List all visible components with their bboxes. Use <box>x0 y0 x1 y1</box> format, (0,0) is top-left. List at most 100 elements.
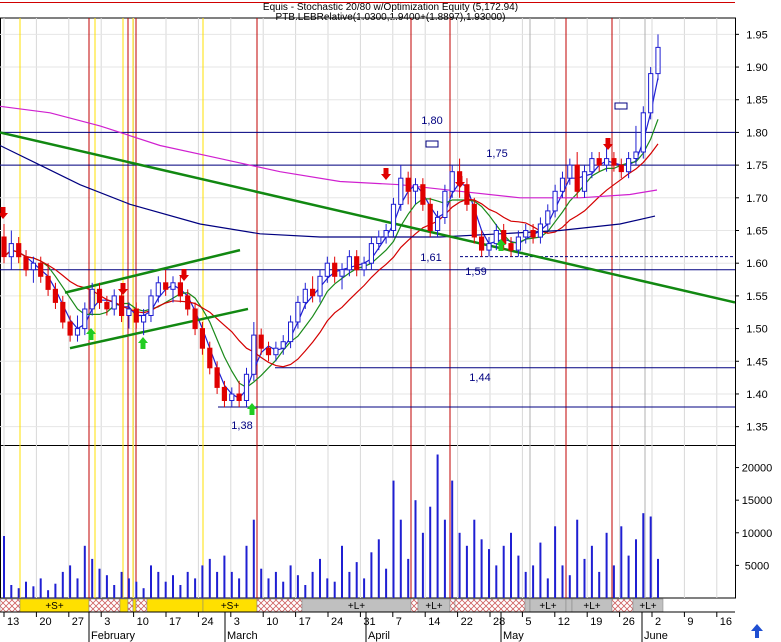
buy-arrow-icon <box>138 337 148 349</box>
volume-tick-label: 10000 <box>742 528 773 540</box>
volume-bar <box>627 555 630 598</box>
candle-body <box>354 256 360 271</box>
volume-bar <box>554 526 557 598</box>
volume-bar <box>612 565 615 598</box>
candle-body <box>251 334 257 375</box>
volume-bar <box>91 558 94 598</box>
date-tick-label: 10 <box>266 616 278 628</box>
candle-body <box>170 282 176 290</box>
candle-body <box>141 315 147 323</box>
date-tick-label: 9 <box>687 616 693 628</box>
volume-axis: 20000 15000 10000 5000 <box>735 463 773 572</box>
candle-body <box>317 275 323 297</box>
volume-bar <box>32 586 35 598</box>
signal-segment <box>565 598 573 613</box>
volume-bar <box>252 519 255 598</box>
candle-body <box>192 308 198 330</box>
date-tick-label: 7 <box>396 616 402 628</box>
signal-bar: +S+ +S+ +L+ +L+ +L+ +L+ +L+ <box>0 598 735 613</box>
volume-bar <box>524 571 527 598</box>
candle-body <box>288 321 294 343</box>
scroll-up-arrow-icon[interactable] <box>748 622 766 640</box>
volume-bar <box>355 562 358 598</box>
date-tick-label: 17 <box>299 616 311 628</box>
month-label: February <box>91 630 136 642</box>
candle-body <box>479 236 485 251</box>
volume-tick-label: 20000 <box>742 463 773 475</box>
signal-segment <box>449 598 456 613</box>
candle-body <box>398 177 404 205</box>
candle-body <box>493 230 499 245</box>
candle-body <box>486 243 492 251</box>
price-annotation-label: 1,80 <box>421 115 442 127</box>
volume-bar <box>605 532 608 598</box>
date-tick-label: 22 <box>461 616 473 628</box>
signal-segment-label: +L+ <box>425 601 442 612</box>
signal-segment <box>119 598 129 613</box>
date-tick-label: 19 <box>590 616 602 628</box>
date-tick-label: 13 <box>7 616 19 628</box>
sell-arrow-icon <box>0 207 8 219</box>
candle-body <box>361 262 367 271</box>
candle-body <box>38 262 44 277</box>
volume-bar <box>561 565 564 598</box>
sell-arrow-icon <box>118 283 128 295</box>
candle-body <box>515 236 521 251</box>
candle-body <box>126 308 132 316</box>
date-tick-label: 27 <box>72 616 84 628</box>
signal-segment <box>454 598 526 613</box>
volume-bar <box>399 519 402 598</box>
candle-body <box>119 295 125 316</box>
candle-body <box>74 328 81 336</box>
candle-body <box>221 386 228 401</box>
candle-body <box>442 190 448 219</box>
volume-bar <box>54 583 57 598</box>
volume-bar <box>150 565 152 598</box>
volume-bar <box>230 571 233 598</box>
date-tick-label: 3 <box>104 616 110 628</box>
buy-arrow-icon <box>247 403 257 415</box>
volume-bar <box>245 545 248 598</box>
volume-bar <box>377 539 380 598</box>
candle-body <box>23 256 29 271</box>
stock-chart[interactable]: 1,80 1,75 1,61 1,59 1,44 1,38 1.95 1.90 1.85 1.8… <box>0 0 781 642</box>
candle-body <box>339 269 345 277</box>
candle-body <box>449 171 455 192</box>
candle-body <box>45 275 51 290</box>
downtrend-line <box>0 131 736 304</box>
candle-body <box>16 243 22 258</box>
candle-body <box>148 295 154 316</box>
candle-body <box>236 393 242 401</box>
volume-bar <box>135 581 138 598</box>
candle-body <box>581 171 588 192</box>
volume-bar <box>260 568 263 598</box>
volume-bar <box>407 558 410 598</box>
candle-body <box>60 301 66 323</box>
volume-bar <box>164 581 167 598</box>
volume-bar <box>436 454 439 598</box>
volume-bar <box>363 578 366 598</box>
candle-body <box>611 158 617 166</box>
volume-bar <box>223 555 226 598</box>
date-tick-label: 17 <box>169 616 181 628</box>
volume-bar <box>39 578 42 598</box>
candle-body <box>155 282 161 297</box>
volume-bar <box>370 552 373 598</box>
volume-bar <box>458 532 461 598</box>
volume-bar <box>414 500 417 598</box>
candle-body <box>273 347 279 356</box>
price-annotation-label: 1,38 <box>231 420 252 432</box>
ma-slow-line <box>3 143 659 368</box>
date-tick-label: 31 <box>363 616 375 628</box>
candle-body <box>111 295 117 310</box>
volume-bar <box>157 571 160 598</box>
date-tick-label: 12 <box>558 616 570 628</box>
volume-bar <box>583 558 586 598</box>
volume-bar <box>274 571 277 598</box>
signal-segment-label: +S+ <box>221 601 240 612</box>
candle-body <box>8 243 14 258</box>
signal-segment <box>524 598 531 613</box>
volume-bar <box>76 578 79 598</box>
volume-bar <box>480 539 483 598</box>
price-tick-label: 1.55 <box>746 291 767 303</box>
